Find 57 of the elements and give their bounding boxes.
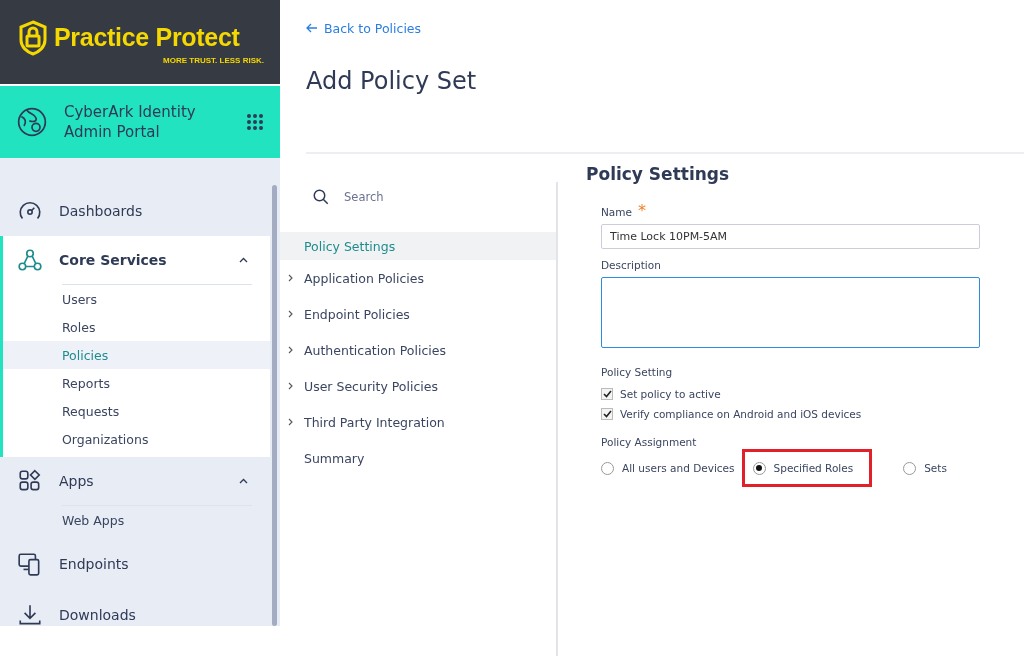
padlock-shield-icon: [18, 19, 48, 56]
section-item[interactable]: Summary: [280, 440, 556, 476]
field-label: Policy Setting: [601, 366, 673, 378]
nav-subitem[interactable]: Web Apps: [3, 506, 270, 534]
caret-icon: [239, 478, 248, 484]
field-label: Description: [601, 259, 661, 271]
section-item[interactable]: User Security Policies: [280, 368, 556, 404]
page-title: Add Policy Set: [306, 67, 478, 95]
network-icon: [17, 247, 43, 273]
radio-button[interactable]: [903, 461, 917, 475]
nav-item[interactable]: Apps: [3, 457, 270, 505]
search-icon: [312, 188, 330, 206]
brand-name: Practice Protect: [54, 23, 240, 52]
arrow-left-icon: [306, 23, 318, 33]
nav-subitem[interactable]: Organizations: [3, 425, 270, 453]
caret-icon: [239, 257, 248, 263]
radio-button[interactable]: [601, 461, 614, 475]
section-item[interactable]: Application Policies: [280, 260, 556, 296]
nav-subitem[interactable]: Roles: [3, 313, 270, 341]
section-heading: Policy Settings: [586, 164, 731, 184]
chevron-right-icon: [288, 346, 293, 354]
chevron-right-icon: [288, 382, 293, 390]
field-label: Policy Assignment: [601, 436, 697, 448]
app-grid-icon[interactable]: [246, 113, 264, 131]
section-item[interactable]: Third Party Integration: [280, 404, 556, 440]
nav-item[interactable]: Core Services: [3, 236, 270, 284]
radio-label: Sets: [924, 462, 947, 474]
checkbox-label: Set policy to active: [620, 388, 721, 400]
radio-label: All users and Devices: [622, 462, 735, 474]
checkbox-label: Verify compliance on Android and iOS devices: [620, 408, 862, 420]
nav-subitem[interactable]: Users: [3, 285, 270, 313]
back-link[interactable]: Back to Policies: [306, 20, 422, 36]
checkbox[interactable]: [601, 408, 613, 420]
radio-label: Specified Roles: [773, 462, 854, 474]
chevron-right-icon: [288, 310, 293, 318]
search-field[interactable]: Search: [312, 182, 512, 212]
brand-tagline: MORE TRUST. LESS RISK.: [163, 55, 264, 65]
check-icon: [602, 410, 612, 418]
nav-subitem[interactable]: Requests: [3, 397, 270, 425]
nav-subitem[interactable]: Policies: [3, 341, 270, 369]
description-input[interactable]: [601, 277, 980, 348]
section-item[interactable]: Policy Settings: [280, 232, 556, 260]
chevron-right-icon: [288, 274, 293, 282]
nav-item[interactable]: Endpoints: [3, 538, 270, 589]
check-icon: [602, 390, 612, 398]
portal-title: CyberArk Identity Admin Portal: [64, 102, 197, 142]
section-item[interactable]: Endpoint Policies: [280, 296, 556, 332]
section-item[interactable]: Authentication Policies: [280, 332, 556, 368]
required-mark: *: [638, 206, 646, 218]
field-label: Name: [601, 206, 632, 218]
name-input[interactable]: Time Lock 10PM-5AM: [601, 224, 980, 249]
nav-item[interactable]: Dashboards: [3, 185, 270, 236]
chevron-right-icon: [288, 418, 293, 426]
checkbox[interactable]: [601, 388, 613, 400]
radio-button[interactable]: [752, 461, 766, 475]
nav-item[interactable]: Downloads: [3, 589, 270, 640]
nav-subitem[interactable]: Reports: [3, 369, 270, 397]
